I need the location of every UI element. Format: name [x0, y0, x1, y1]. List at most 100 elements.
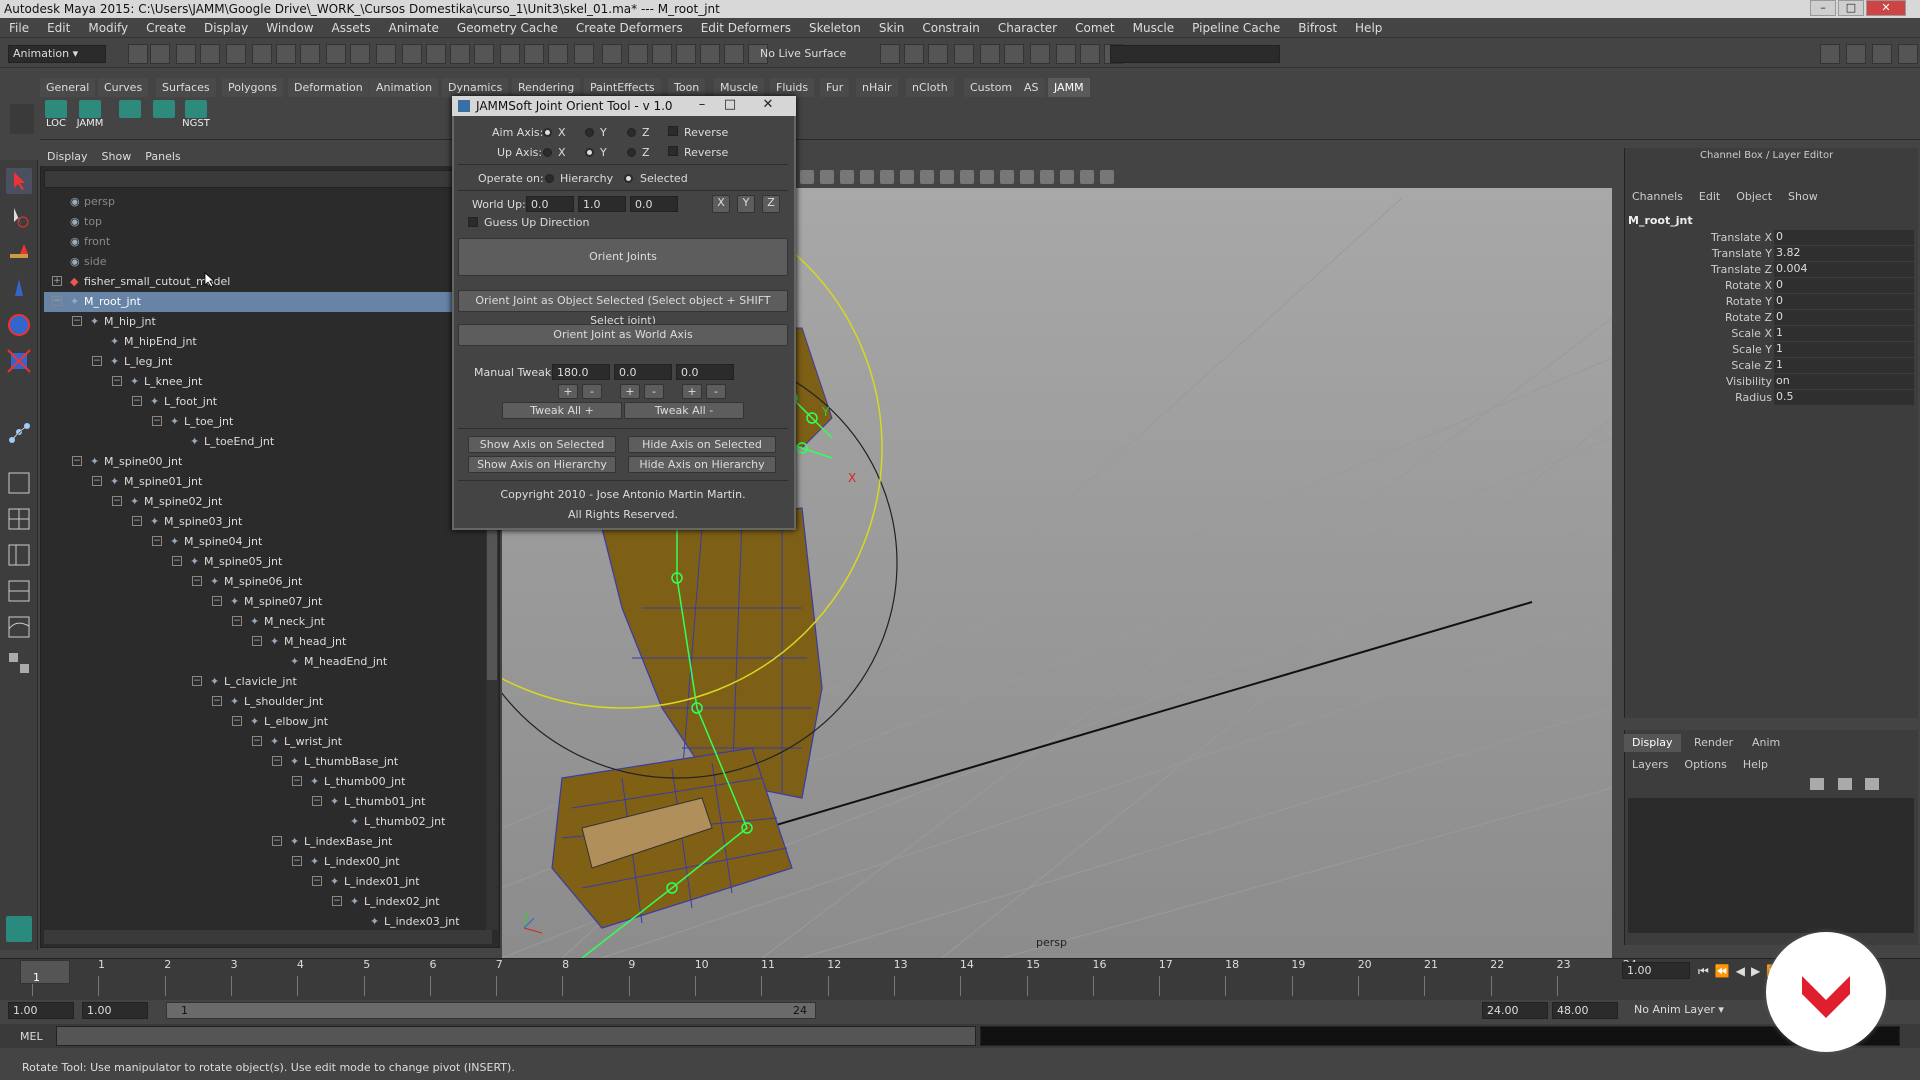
layout-outliner-icon[interactable] — [6, 542, 32, 568]
paint-brush-icon[interactable] — [148, 100, 180, 136]
shelf-tab-rendering[interactable]: Rendering — [512, 78, 581, 97]
status-line-tool-icon[interactable] — [1056, 44, 1076, 64]
outliner-row[interactable]: ✦ L_index03_jnt — [44, 912, 492, 932]
status-line-tool-icon[interactable] — [1872, 44, 1892, 64]
expand-toggle-icon[interactable]: − — [112, 376, 122, 386]
outliner-search-field[interactable] — [44, 170, 492, 188]
channel-attribute-row[interactable]: Rotate Y0 — [1628, 294, 1914, 310]
expand-toggle-icon[interactable]: − — [212, 696, 222, 706]
expand-toggle-icon[interactable]: − — [152, 536, 162, 546]
orient-joints-button[interactable]: Orient Joints — [458, 238, 788, 276]
playback-start-field[interactable]: 1.00 — [82, 1002, 148, 1019]
channel-box-menu-show[interactable]: Show — [1780, 188, 1826, 205]
outliner-row[interactable]: − ✦ L_indexBase_jnt — [44, 832, 492, 852]
outliner-row[interactable]: ◉ top — [44, 212, 492, 232]
outliner-row[interactable]: − ✦ L_clavicle_jnt — [44, 672, 492, 692]
start-time-field[interactable]: 1.00 — [8, 1002, 74, 1019]
select-tool-icon[interactable] — [6, 168, 32, 194]
tweak-x-field[interactable]: 180.0 — [552, 364, 610, 380]
layer-menu-layers[interactable]: Layers — [1624, 756, 1676, 773]
paint-select-icon[interactable] — [6, 240, 32, 266]
layer-menu-options[interactable]: Options — [1676, 756, 1734, 773]
outliner-row[interactable]: − ✦ M_spine02_jnt — [44, 492, 492, 512]
menu-help[interactable]: Help — [1346, 18, 1391, 35]
jamm-icon[interactable]: JAMM — [74, 100, 106, 136]
layout-graph-icon[interactable] — [6, 578, 32, 604]
status-line-tool-icon[interactable] — [724, 44, 744, 64]
outliner-row[interactable]: − ✦ M_head_jnt — [44, 632, 492, 652]
viewport-shading-icon[interactable] — [940, 170, 954, 184]
status-line-tool-icon[interactable] — [574, 44, 594, 64]
new-layer-selected-icon[interactable] — [1837, 778, 1852, 790]
world-up-y-button[interactable]: Y — [737, 195, 755, 213]
current-frame-marker[interactable]: 1 — [20, 960, 70, 984]
status-line-tool-icon[interactable] — [652, 44, 672, 64]
status-line-tool-icon[interactable] — [928, 44, 948, 64]
end-time-field[interactable]: 48.00 — [1552, 1002, 1618, 1019]
outliner-row[interactable]: − ✦ L_knee_jnt — [44, 372, 492, 392]
outliner-row[interactable]: − ✦ L_foot_jnt — [44, 392, 492, 412]
shelf-tab-fur[interactable]: Fur — [820, 78, 850, 97]
channel-attribute-value[interactable]: 1 — [1774, 358, 1914, 373]
outliner-horizontal-scrollbar[interactable] — [44, 930, 492, 944]
viewport-shading-icon[interactable] — [820, 170, 834, 184]
outliner-row[interactable]: ✦ L_thumb02_jnt — [44, 812, 492, 832]
outliner-menu-show[interactable]: Show — [95, 148, 139, 165]
world-up-y-field[interactable]: 1.0 — [578, 196, 626, 212]
viewport-shading-icon[interactable] — [1100, 170, 1114, 184]
status-line-tool-icon[interactable] — [1004, 44, 1024, 64]
outliner-row[interactable]: − ✦ M_spine07_jnt — [44, 592, 492, 612]
shelf-tab-surfaces[interactable]: Surfaces — [156, 78, 216, 97]
expand-toggle-icon[interactable]: − — [332, 896, 342, 906]
status-line-tool-icon[interactable] — [150, 44, 170, 64]
menu-file[interactable]: File — [0, 18, 38, 35]
outliner-row[interactable]: + ◆ fisher_small_cutout_model — [44, 272, 492, 292]
expand-toggle-icon[interactable]: − — [52, 296, 62, 306]
menu-set-selector[interactable]: Animation ▾ — [8, 45, 106, 63]
outliner-menu-panels[interactable]: Panels — [138, 148, 187, 165]
outliner-row[interactable]: − ✦ L_leg_jnt — [44, 352, 492, 372]
outliner-row[interactable]: − ✦ L_thumb01_jnt — [44, 792, 492, 812]
world-up-z-field[interactable]: 0.0 — [630, 196, 678, 212]
orient-object-button[interactable]: Orient Joint as Object Selected (Select … — [458, 290, 788, 327]
shelf-tab-deformation[interactable]: Deformation — [288, 78, 369, 97]
viewport-shading-icon[interactable] — [980, 170, 994, 184]
channel-attribute-value[interactable]: 1 — [1774, 342, 1914, 357]
locator-icon[interactable]: LOC — [40, 100, 72, 136]
hide-axis-selected-button[interactable]: Hide Axis on Selected — [628, 436, 776, 453]
channel-attribute-value[interactable]: 0 — [1774, 294, 1914, 309]
shelf-tab-polygons[interactable]: Polygons — [222, 78, 283, 97]
outliner-row[interactable]: − ✦ L_index01_jnt — [44, 872, 492, 892]
expand-toggle-icon[interactable]: − — [232, 616, 242, 626]
status-line-tool-icon[interactable] — [300, 44, 320, 64]
outliner-row[interactable]: − ✦ L_thumbBase_jnt — [44, 752, 492, 772]
status-line-tool-icon[interactable] — [676, 44, 696, 64]
outliner-row[interactable]: − ✦ M_spine06_jnt — [44, 572, 492, 592]
tweak-z-minus-button[interactable]: - — [706, 384, 726, 399]
outliner-row[interactable]: − ✦ L_shoulder_jnt — [44, 692, 492, 712]
outliner-row[interactable]: ✦ M_headEnd_jnt — [44, 652, 492, 672]
status-line-tool-icon[interactable] — [1846, 44, 1866, 64]
status-line-tool-icon[interactable] — [904, 44, 924, 64]
shelf-tab-jamm[interactable]: JAMM — [1048, 78, 1090, 97]
menu-assets[interactable]: Assets — [323, 18, 380, 35]
menu-geometry-cache[interactable]: Geometry Cache — [448, 18, 567, 35]
outliner-row[interactable]: − ✦ M_spine04_jnt — [44, 532, 492, 552]
command-language-label[interactable]: MEL — [20, 1030, 43, 1043]
current-time-field[interactable]: 1.00 — [1622, 962, 1690, 979]
status-line-tool-icon[interactable] — [426, 44, 446, 64]
tweak-x-plus-button[interactable]: + — [558, 384, 578, 399]
channel-attribute-row[interactable]: Translate Z 0.004 — [1628, 262, 1914, 278]
new-layer-icon[interactable] — [1810, 778, 1824, 790]
aim-axis-x-radio[interactable] — [543, 128, 552, 137]
viewport-shading-icon[interactable] — [1040, 170, 1054, 184]
status-line-tool-icon[interactable] — [1820, 44, 1840, 64]
status-line-tool-icon[interactable] — [402, 44, 422, 64]
expand-toggle-icon[interactable]: − — [232, 716, 242, 726]
layout-single-icon[interactable] — [6, 470, 32, 496]
show-axis-hierarchy-button[interactable]: Show Axis on Hierarchy — [468, 456, 616, 473]
lasso-tool-icon[interactable] — [6, 204, 32, 230]
status-line-tool-icon[interactable] — [200, 44, 220, 64]
channel-attribute-row[interactable]: Translate X0 — [1628, 230, 1914, 246]
hide-axis-hierarchy-button[interactable]: Hide Axis on Hierarchy — [628, 456, 776, 473]
